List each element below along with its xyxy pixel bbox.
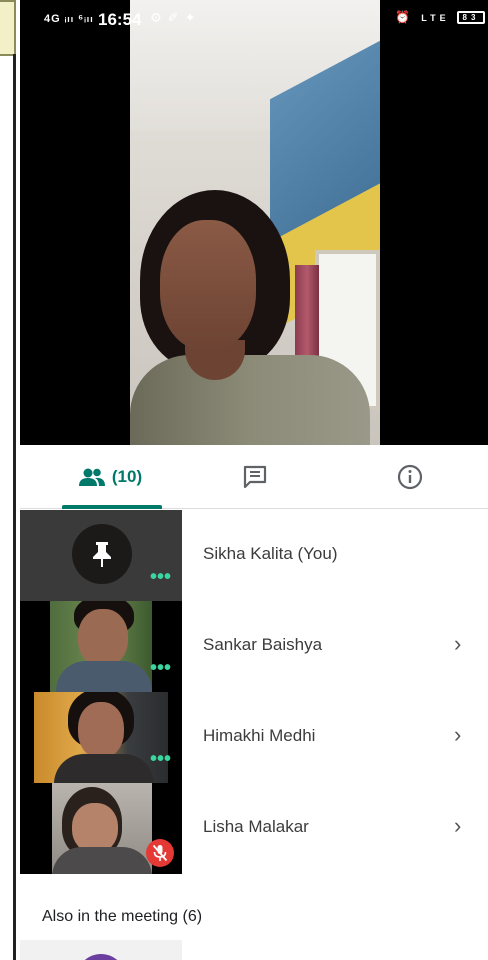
- avatar: [76, 954, 126, 960]
- lte-icon: LTE: [421, 13, 450, 23]
- pin-icon: ✐: [167, 10, 185, 25]
- chat-icon: [243, 465, 267, 489]
- participant-name: Lisha Malakar: [203, 817, 309, 836]
- participant-name: Himakhi Medhi: [203, 726, 316, 745]
- mic-off-icon: [146, 839, 174, 867]
- participant-video: [50, 601, 152, 692]
- more-options-icon[interactable]: •••: [150, 749, 171, 769]
- participant-list: ••• Sikha Kalita (You) ••• Sankar Baishy…: [20, 510, 488, 874]
- signal-icon: 4G ᵢₗₗ ⁶ᵢₗₗ: [44, 13, 94, 25]
- tab-people[interactable]: (10): [50, 445, 170, 509]
- people-icon: [78, 468, 105, 486]
- tab-info[interactable]: [380, 445, 440, 509]
- participant-row[interactable]: ••• Sikha Kalita (You): [20, 510, 488, 601]
- participant-name: Sankar Baishya: [203, 635, 323, 654]
- participant-thumbnail: [20, 783, 182, 874]
- info-icon: [397, 464, 423, 490]
- chevron-right-icon[interactable]: ›: [454, 722, 461, 748]
- participant-row[interactable]: Lisha Malakar ›: [20, 783, 488, 874]
- participant-thumbnail: •••: [20, 692, 182, 783]
- people-count: (10): [111, 467, 143, 486]
- system-icons: ⏰ LTE 83: [395, 10, 485, 25]
- pin-icon: [93, 542, 111, 567]
- also-in-meeting-heading: Also in the meeting (6): [42, 908, 203, 925]
- participant-thumbnail: •••: [20, 510, 182, 601]
- notification-icons: ⚙✐✦: [150, 10, 201, 26]
- alarm-icon: ⏰: [395, 10, 414, 24]
- gear-icon: ⚙: [150, 10, 168, 25]
- status-bar: 4G ᵢₗₗ ⁶ᵢₗₗ 16:54 ⚙✐✦ ⏰ LTE 83: [20, 0, 488, 40]
- battery-icon: 83: [456, 11, 485, 25]
- participant-thumbnail: •••: [20, 601, 182, 692]
- meeting-tabs: (10): [20, 445, 488, 509]
- participant-thumbnail: [20, 940, 182, 960]
- chevron-right-icon[interactable]: ›: [454, 813, 461, 839]
- screen-edge: [0, 0, 20, 960]
- more-options-icon[interactable]: •••: [150, 658, 171, 678]
- tab-chat[interactable]: [220, 445, 290, 509]
- bird-icon: ✦: [184, 10, 202, 25]
- speaker-video-feed: [130, 0, 380, 445]
- participant-row[interactable]: ••• Himakhi Medhi ›: [20, 692, 488, 783]
- participant-video: [34, 692, 168, 783]
- participant-name: Sikha Kalita (You): [203, 544, 338, 563]
- participant-row[interactable]: ••• Sankar Baishya ›: [20, 601, 488, 692]
- edge-tab: [0, 0, 16, 56]
- edge-line: [13, 54, 16, 960]
- participant-video: [52, 783, 152, 874]
- active-tab-indicator: [62, 505, 162, 509]
- main-video[interactable]: [20, 0, 488, 445]
- more-options-icon[interactable]: •••: [150, 567, 171, 587]
- chevron-right-icon[interactable]: ›: [454, 631, 461, 657]
- clock: 16:54: [98, 10, 142, 29]
